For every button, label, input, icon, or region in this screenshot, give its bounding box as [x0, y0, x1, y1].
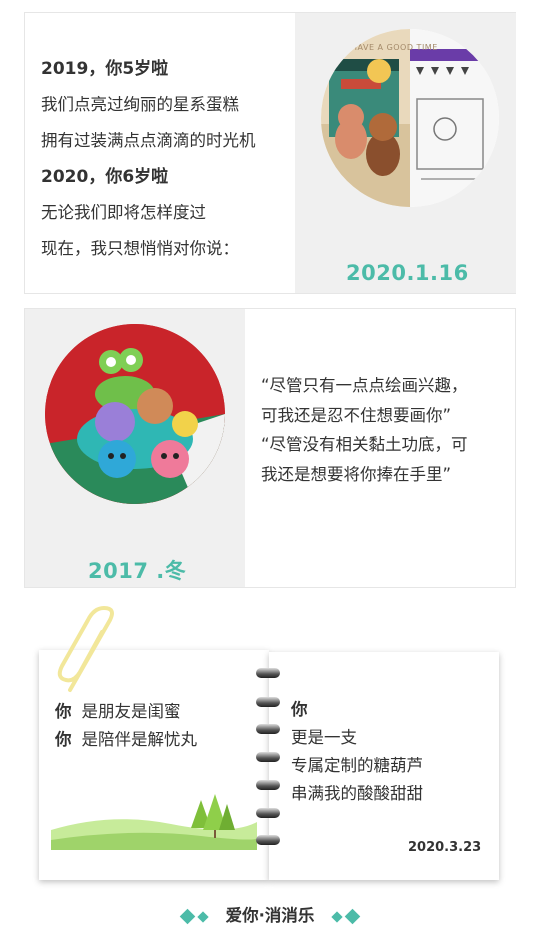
card2-quote-line: “尽管只有一点点绘画兴趣， — [261, 376, 468, 395]
notebook-left-value: 是陪伴是解忧丸 — [81, 730, 198, 749]
binder-ring — [256, 668, 280, 678]
notebook-left-line: 你是陪伴是解忧丸 — [55, 726, 197, 754]
footer-text: 爱你·消消乐 — [225, 906, 315, 925]
notebook-right-line: 更是一支 — [291, 728, 357, 747]
card1-line: 2020，你6岁啦 — [41, 167, 169, 187]
photo-sign-text: HAVE A GOOD TIME — [351, 43, 438, 52]
grass-trees-illustration — [51, 794, 257, 850]
card1-line: 现在，我只想悄悄对你说： — [41, 239, 239, 258]
card2-date: 2017 .冬 — [88, 559, 187, 583]
card1-line: 2019，你5岁啦 — [41, 59, 169, 79]
card1-date: 2020.1.16 — [346, 261, 469, 285]
binder-ring — [256, 697, 280, 707]
notebook-right-title: 你 — [291, 700, 308, 719]
card1-line: 拥有过装满点点滴滴的时光机 — [41, 131, 256, 150]
notebook-date: 2020.3.23 — [408, 840, 482, 855]
notebook-right-line: 专属定制的糖葫芦 — [291, 756, 423, 775]
clay-figures-photo[interactable] — [45, 324, 225, 504]
card2-text: “尽管只有一点点绘画兴趣， 可我还是忍不住想要画你” “尽管没有相关黏土功底，可… — [245, 309, 515, 587]
memory-card-2020: 2019，你5岁啦 我们点亮过绚丽的星系蛋糕 拥有过装满点点滴滴的时光机 202… — [24, 12, 516, 294]
notebook-right-line: 串满我的酸酸甜甜 — [291, 784, 423, 803]
clay-figures-image — [45, 324, 225, 504]
diamond-icon — [179, 908, 196, 925]
card1-text: 2019，你5岁啦 我们点亮过绚丽的星系蛋糕 拥有过装满点点滴滴的时光机 202… — [25, 13, 295, 293]
notebook-left-text: 你是朋友是闺蜜 你是陪伴是解忧丸 — [55, 698, 197, 754]
paperclip-icon — [57, 606, 114, 692]
card2-quote-line: 我还是想要将你捧在手里” — [261, 464, 452, 484]
diamond-icon — [331, 910, 343, 923]
card2-quote-line: 可我还是忍不住想要画你” — [261, 405, 452, 425]
card2-photo-panel: 2017 .冬 — [25, 309, 245, 587]
notebook-left-line: 你是朋友是闺蜜 — [55, 698, 197, 726]
card1-line: 我们点亮过绚丽的星系蛋糕 — [41, 95, 239, 114]
binder-ring — [256, 835, 280, 845]
illustration-image — [321, 29, 499, 207]
notebook-left-key: 你 — [55, 730, 72, 749]
notebook-left-value: 是朋友是闺蜜 — [81, 702, 181, 721]
diamond-icon — [344, 908, 361, 925]
footer: 爱你·消消乐 — [0, 902, 540, 926]
memory-card-2017: 2017 .冬 “尽管只有一点点绘画兴趣， 可我还是忍不住想要画你” “尽管没有… — [24, 308, 516, 588]
notebook-left-key: 你 — [55, 702, 72, 721]
card2-quote-line: “尽管没有相关黏土功底，可 — [261, 435, 468, 454]
binder-ring — [256, 724, 280, 734]
binder-ring — [256, 752, 280, 762]
card1-photo-panel: HAVE A GOOD TIME 2020.1.16 — [295, 13, 516, 293]
card1-line: 无论我们即将怎样度过 — [41, 203, 206, 222]
binder-ring — [256, 808, 280, 818]
illustration-photo[interactable]: HAVE A GOOD TIME — [321, 29, 499, 207]
binder-ring — [256, 780, 280, 790]
notebook-right-page: 你 更是一支 专属定制的糖葫芦 串满我的酸酸甜甜 2020.3.23 — [269, 652, 499, 880]
diamond-icon — [197, 910, 209, 923]
notebook-right-text: 你 更是一支 专属定制的糖葫芦 串满我的酸酸甜甜 — [291, 696, 423, 808]
